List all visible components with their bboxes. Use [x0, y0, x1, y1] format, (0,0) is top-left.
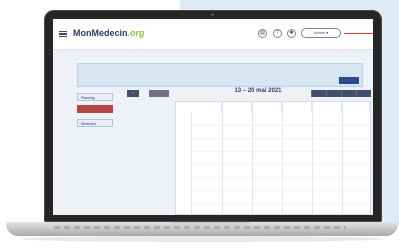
header-accent-line: [344, 33, 373, 34]
sidebar-item-label: Planning: [81, 96, 95, 100]
day-header: [252, 102, 282, 112]
day-column-divider: [342, 102, 343, 214]
day-column-divider: [312, 102, 313, 214]
calendar-title: 13 – 20 mai 2021: [234, 88, 282, 94]
sidebar-item-medecins[interactable]: Médecins: [77, 119, 113, 127]
prev-week-button[interactable]: <: [127, 90, 139, 97]
hour-divider: [192, 151, 370, 152]
sidebar-item-planning[interactable]: Planning: [77, 93, 113, 101]
help-icon[interactable]: ?: [273, 29, 282, 38]
sidebar-item-label: Médecins: [81, 122, 96, 126]
view-day-button[interactable]: [341, 90, 356, 97]
today-button[interactable]: [149, 90, 169, 97]
hour-divider: [192, 190, 370, 191]
day-header: [312, 102, 342, 112]
hamburger-menu-icon[interactable]: [59, 31, 67, 37]
laptop-screen: MonMedecin.org ▤ ? ✱ Admin ▾ Planning Mé…: [53, 19, 373, 215]
sidebar-item-alert[interactable]: [77, 105, 113, 113]
day-column-divider: [222, 102, 223, 214]
calendar-grid[interactable]: [175, 101, 371, 215]
view-month-button[interactable]: [311, 90, 326, 97]
hour-divider: [192, 125, 370, 126]
day-header: [192, 102, 222, 112]
view-week-button[interactable]: [326, 90, 341, 97]
hour-divider: [192, 164, 370, 165]
info-banner: [77, 63, 363, 87]
printer-icon[interactable]: ▤: [258, 29, 267, 38]
app-header: MonMedecin.org ▤ ? ✱ Admin ▾: [53, 19, 373, 50]
day-header: [282, 102, 312, 112]
time-column: [176, 112, 192, 214]
settings-icon[interactable]: ✱: [287, 29, 296, 38]
hour-divider: [192, 138, 370, 139]
logo-text-suffix: .org: [127, 28, 145, 38]
hour-divider: [192, 203, 370, 204]
logo-text-main: MonMedecin: [73, 28, 128, 38]
day-header: [342, 102, 370, 112]
hour-divider: [192, 177, 370, 178]
user-menu-button[interactable]: Admin ▾: [301, 28, 341, 38]
view-list-button[interactable]: [356, 90, 371, 97]
laptop-keyboard-edge: [54, 226, 346, 229]
day-column-divider: [252, 102, 253, 214]
day-header: [222, 102, 252, 112]
day-column-divider: [282, 102, 283, 214]
camera-icon: [211, 13, 214, 16]
info-action-button[interactable]: [339, 77, 359, 84]
app-logo[interactable]: MonMedecin.org: [73, 28, 145, 38]
laptop-shadow: [20, 236, 384, 242]
